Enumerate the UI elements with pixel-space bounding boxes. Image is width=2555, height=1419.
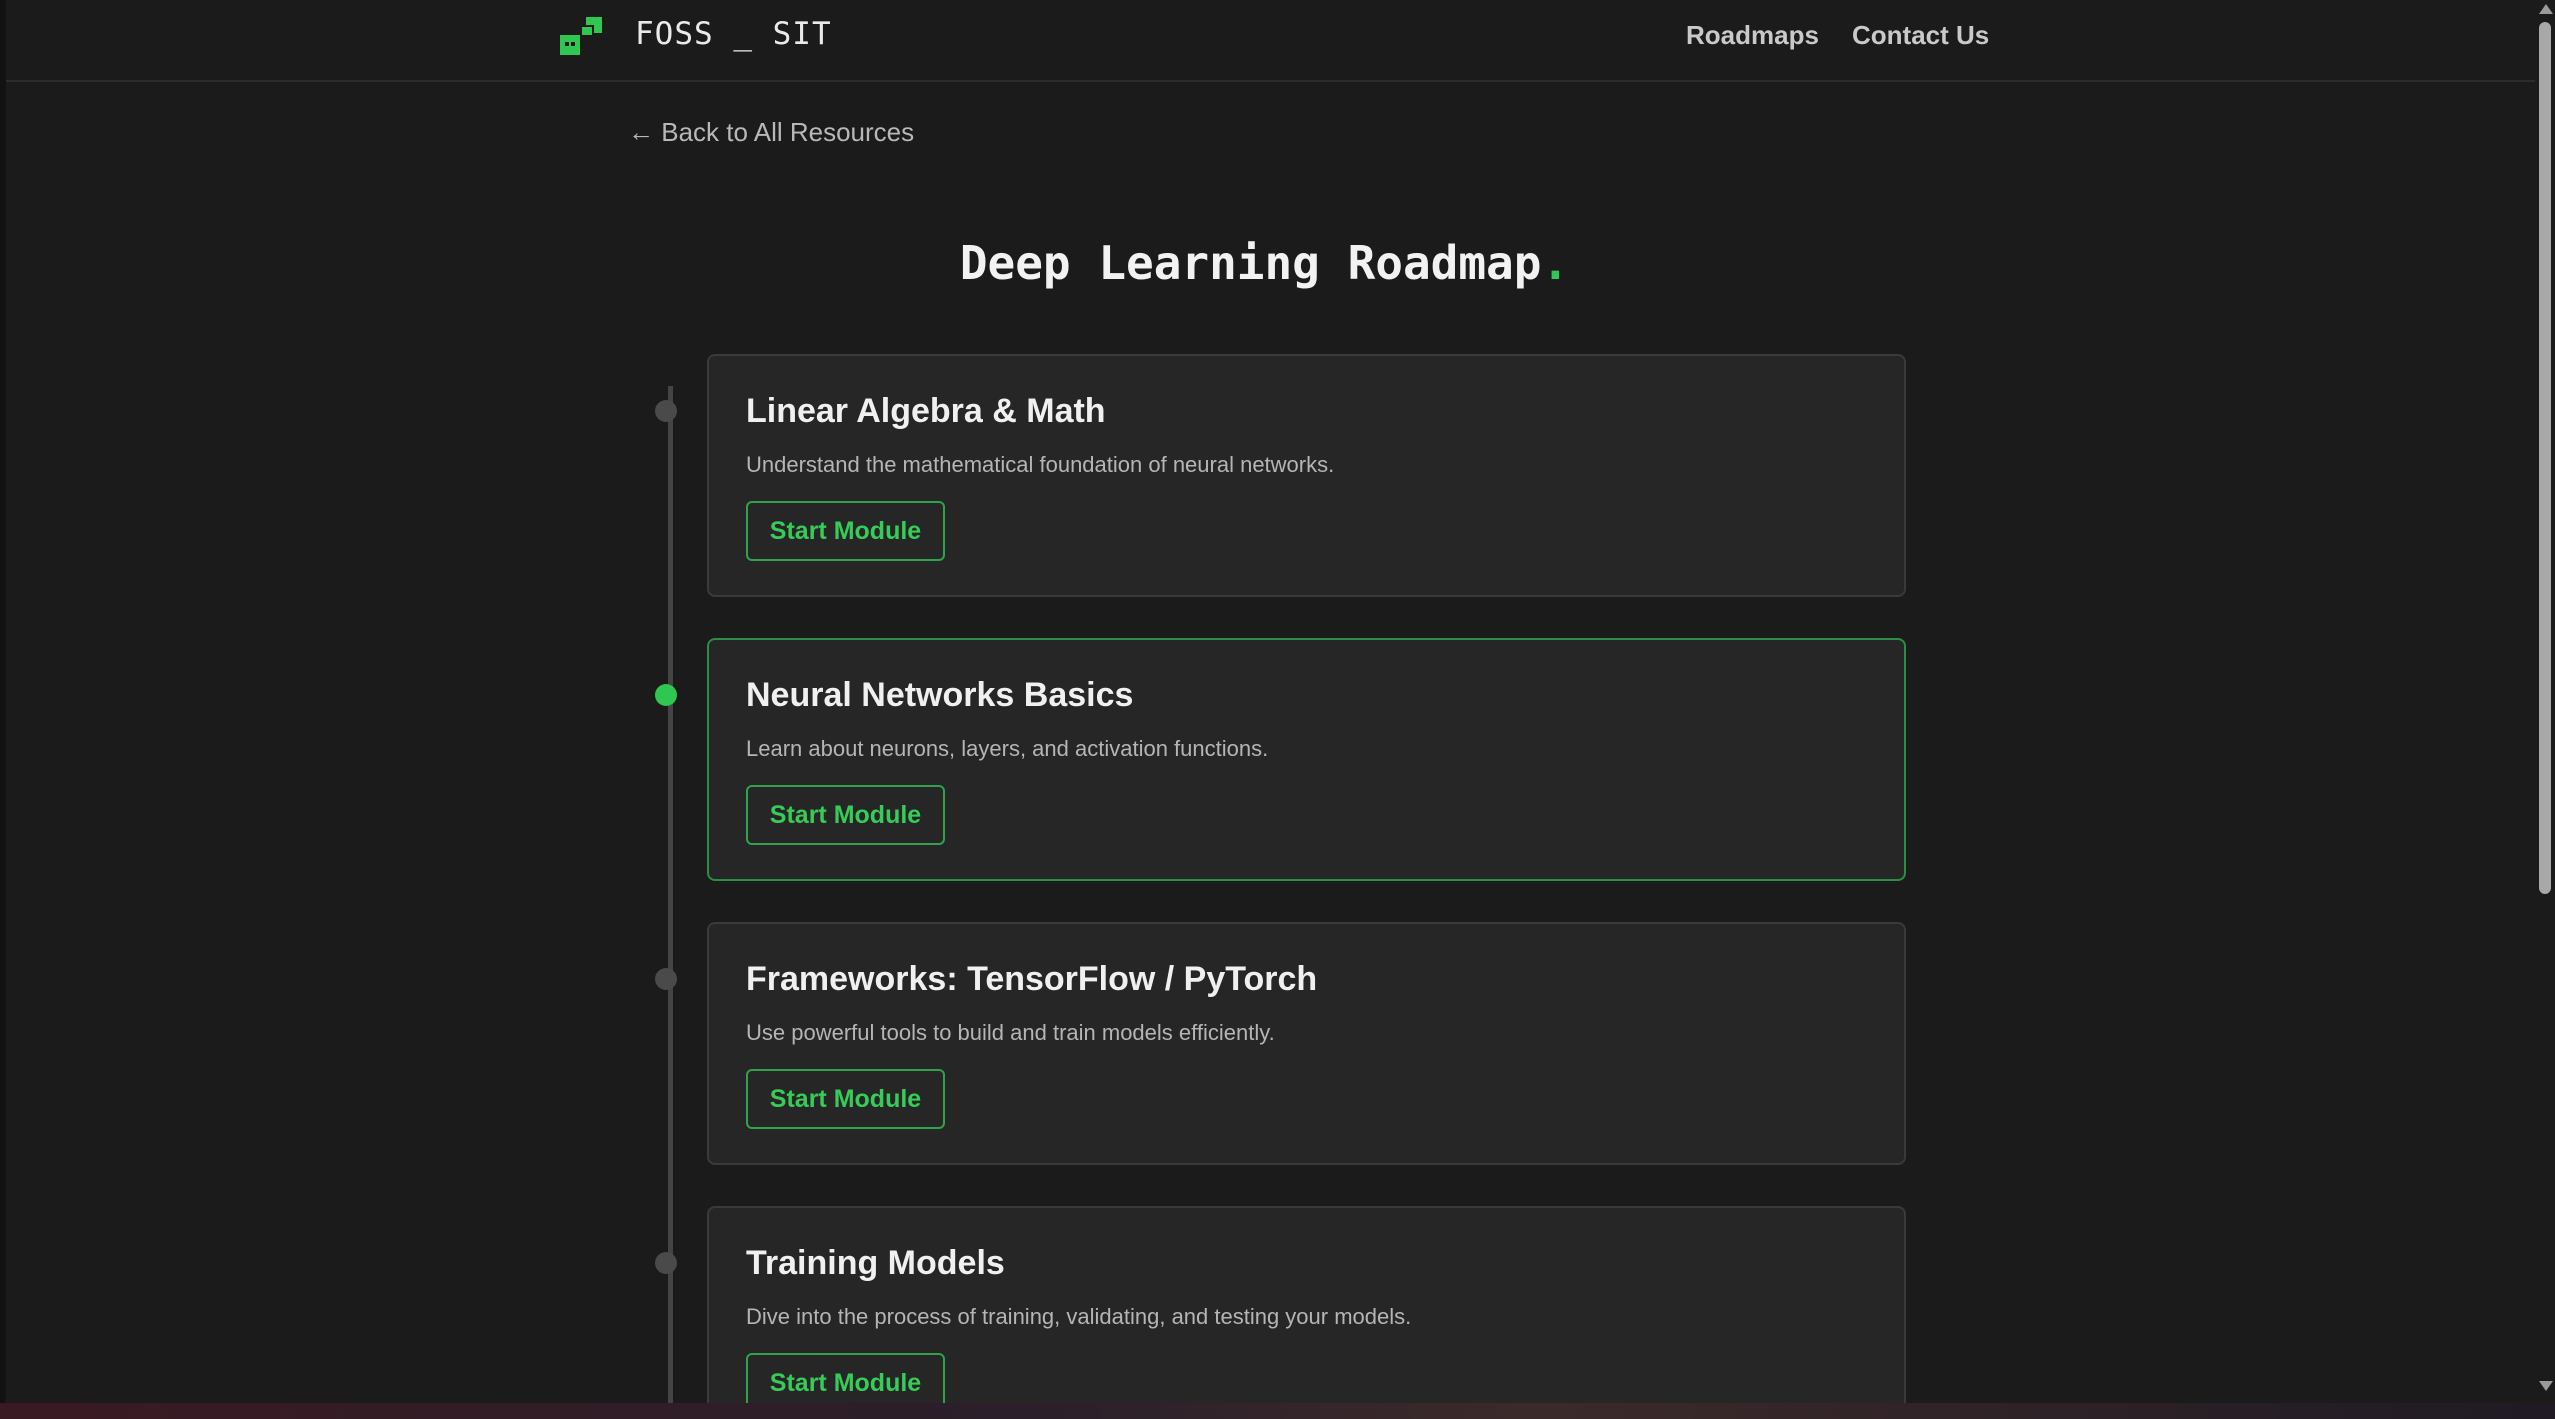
- timeline-dot: [655, 1252, 677, 1274]
- brand-name[interactable]: FOSS _ SIT: [635, 16, 832, 52]
- module-description: Dive into the process of training, valid…: [746, 1304, 1412, 1329]
- module-card-linear-algebra: Linear Algebra & Math Understand the mat…: [707, 354, 1906, 597]
- timeline-dot: [655, 400, 677, 422]
- module-title: Linear Algebra & Math: [746, 392, 1106, 430]
- title-accent-dot: .: [1541, 236, 1570, 290]
- scrollbar-thumb[interactable]: [2539, 22, 2551, 894]
- module-description: Use powerful tools to build and train mo…: [746, 1020, 1275, 1045]
- scroll-down-arrow-icon[interactable]: [2539, 1381, 2553, 1391]
- page-title-text: Deep Learning Roadmap: [959, 236, 1542, 290]
- module-description: Understand the mathematical foundation o…: [746, 452, 1335, 477]
- module-title: Training Models: [746, 1244, 1005, 1282]
- vertical-scrollbar[interactable]: [2535, 0, 2555, 1403]
- module-title: Neural Networks Basics: [746, 676, 1134, 714]
- start-module-button[interactable]: Start Module: [746, 785, 945, 845]
- module-card-neural-networks: Neural Networks Basics Learn about neuro…: [707, 638, 1906, 881]
- module-card-training-models: Training Models Dive into the process of…: [707, 1206, 1906, 1419]
- browser-viewport: FOSS _ SIT Roadmaps Contact Us ← Back to…: [0, 0, 2555, 1419]
- module-description: Learn about neurons, layers, and activat…: [746, 736, 1269, 761]
- timeline-dot: [655, 968, 677, 990]
- scroll-up-arrow-icon[interactable]: [2539, 4, 2553, 14]
- page-title: Deep Learning Roadmap.: [0, 236, 2529, 290]
- back-to-resources-link[interactable]: ← Back to All Resources: [628, 117, 914, 148]
- start-module-button[interactable]: Start Module: [746, 1069, 945, 1129]
- taskbar-edge: [0, 1403, 2555, 1419]
- start-module-button[interactable]: Start Module: [746, 501, 945, 561]
- timeline-dot-active: [655, 684, 677, 706]
- foss-logo-icon[interactable]: [556, 15, 608, 59]
- module-card-frameworks: Frameworks: TensorFlow / PyTorch Use pow…: [707, 922, 1906, 1165]
- site-header: FOSS _ SIT Roadmaps Contact Us: [6, 0, 2535, 82]
- nav-contact-link[interactable]: Contact Us: [1852, 20, 1989, 51]
- nav-roadmaps-link[interactable]: Roadmaps: [1686, 20, 1819, 51]
- module-title: Frameworks: TensorFlow / PyTorch: [746, 960, 1318, 998]
- window-edge: [0, 0, 6, 1403]
